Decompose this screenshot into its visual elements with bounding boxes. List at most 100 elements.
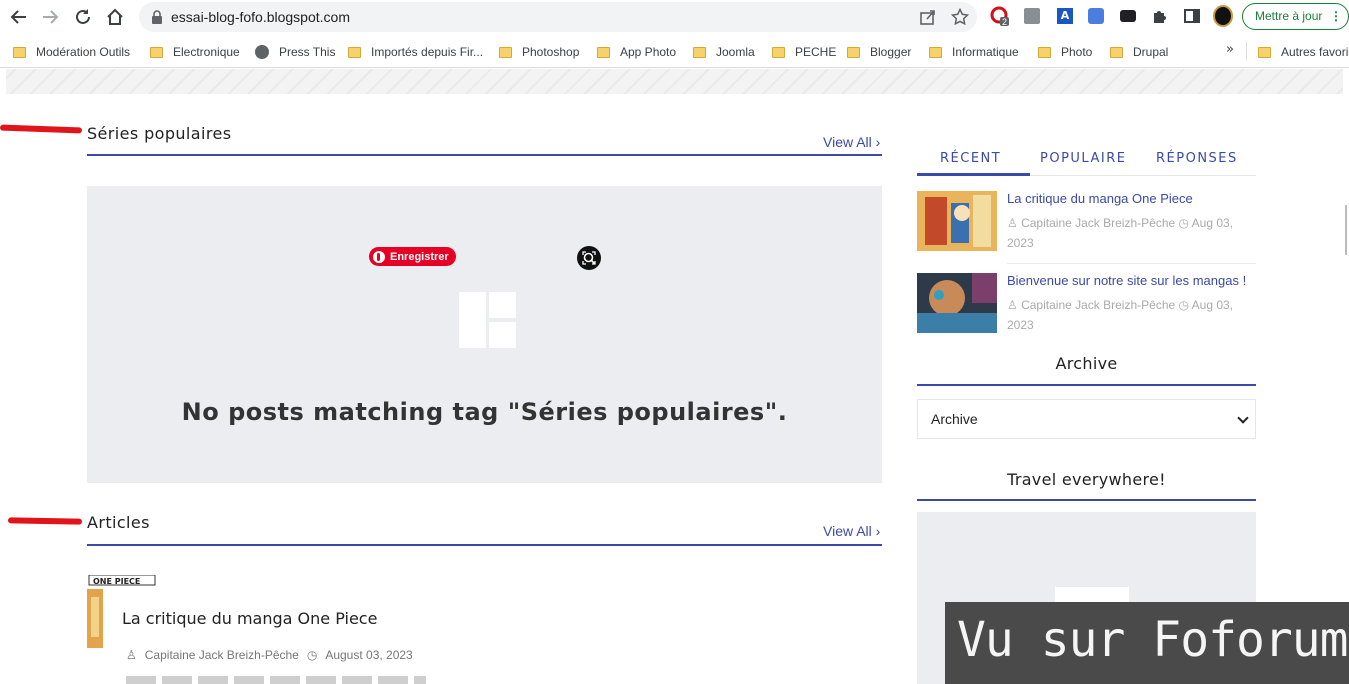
author-icon: ♙	[126, 648, 137, 662]
article-author: Capitaine Jack Breizh-Pêche	[144, 648, 299, 662]
folder-icon	[847, 46, 860, 58]
bookmark-item[interactable]: Importés depuis Fir...	[348, 43, 483, 61]
sidebar-post-title[interactable]: Bienvenue sur notre site sur les mangas …	[1007, 273, 1246, 288]
home-button[interactable]	[102, 4, 128, 30]
sidebar-post-meta: ♙ Capitaine Jack Breizh-Pêche ◷ Aug 03, …	[1007, 298, 1234, 332]
bookmarks-bar: Modération Outils Electronique Press Thi…	[0, 34, 1349, 68]
folder-icon	[348, 46, 361, 58]
folder-icon	[150, 46, 163, 58]
profile-avatar-icon[interactable]	[1213, 5, 1233, 27]
visual-search-button[interactable]	[577, 246, 601, 270]
bookmark-item[interactable]: Photoshop	[499, 43, 579, 61]
sidebar-post-title[interactable]: La critique du manga One Piece	[1007, 191, 1193, 206]
chevron-down-icon	[1237, 412, 1249, 424]
lock-icon	[152, 10, 162, 24]
folder-icon	[1110, 46, 1123, 58]
section-title-popular: Séries populaires	[87, 124, 232, 143]
home-icon	[107, 8, 123, 25]
sidepanel-icon[interactable]	[1182, 6, 1202, 26]
bookmark-item[interactable]: Joomla	[693, 43, 755, 61]
lens-icon	[582, 251, 596, 265]
forward-button[interactable]	[37, 4, 63, 30]
clock-icon: ◷	[306, 648, 318, 662]
translate-extension-icon[interactable]	[1086, 6, 1106, 26]
folder-icon	[499, 46, 512, 58]
sidebar-tabs: RÉCENT POPULAIRE RÉPONSES	[917, 146, 1256, 176]
folder-icon	[1258, 46, 1271, 58]
reload-button[interactable]	[70, 4, 96, 30]
tab-popular[interactable]: POPULAIRE	[1040, 151, 1126, 166]
sidebar-post-thumbnail[interactable]	[917, 273, 997, 333]
header-pattern-strip	[6, 69, 1343, 94]
bookmark-item[interactable]: Blogger	[847, 43, 911, 61]
back-arrow-icon	[10, 10, 26, 24]
empty-posts-message: No posts matching tag "Séries populaires…	[181, 398, 788, 426]
bookmark-item[interactable]: Press This	[255, 43, 335, 61]
author-icon: ♙	[1007, 216, 1022, 230]
author-icon: ♙	[1007, 298, 1022, 312]
update-button[interactable]: Mettre à jour ⋮	[1242, 3, 1349, 30]
sidebar-post-separator	[1007, 263, 1256, 264]
puzzle-extensions-icon[interactable]	[1150, 6, 1170, 26]
placeholder-layout-icon	[459, 292, 516, 348]
bookmarks-separator	[1246, 42, 1247, 60]
svg-text:ONE PIECE: ONE PIECE	[93, 577, 140, 586]
bookmark-item[interactable]: Modération Outils	[13, 43, 130, 61]
address-bar[interactable]: essai-blog-fofo.blogspot.com	[139, 2, 977, 32]
article-meta: ♙ Capitaine Jack Breizh-Pêche ◷ August 0…	[126, 648, 413, 662]
section-divider	[87, 544, 882, 546]
bookmark-item[interactable]: Informatique	[929, 43, 1019, 61]
menu-dots-icon[interactable]: ⋮	[1330, 4, 1342, 29]
bookmark-item[interactable]: App Photo	[597, 43, 676, 61]
sidebar-post-thumbnail[interactable]	[917, 191, 997, 251]
view-all-articles-link[interactable]: View All ›	[823, 523, 880, 539]
empty-posts-box: No posts matching tag "Séries populaires…	[87, 186, 882, 483]
active-tab-indicator	[917, 173, 1030, 176]
archive-widget-title: Archive	[1055, 354, 1118, 373]
font-extension-icon[interactable]: A	[1055, 6, 1075, 26]
bookmark-item[interactable]: Photo	[1038, 43, 1092, 61]
sidebar-post-meta: ♙ Capitaine Jack Breizh-Pêche ◷ Aug 03, …	[1007, 216, 1234, 250]
other-bookmarks[interactable]: Autres favoris	[1258, 43, 1349, 61]
watermark-overlay: Vu sur Foforum	[945, 602, 1349, 684]
folder-icon	[693, 46, 706, 58]
travel-widget-title: Travel everywhere!	[1007, 470, 1166, 489]
bookmark-star-icon[interactable]	[951, 8, 969, 26]
clock-icon: ◷	[1178, 298, 1192, 312]
archive-selected-value: Archive	[931, 411, 978, 427]
clock-icon: ◷	[1178, 216, 1192, 230]
browser-toolbar: essai-blog-fofo.blogspot.com 2 A Mettre …	[0, 0, 1349, 34]
share-icon[interactable]	[919, 8, 937, 26]
bookmark-item[interactable]: Drupal	[1110, 43, 1168, 61]
update-label: Mettre à jour	[1255, 9, 1323, 23]
section-divider	[87, 154, 882, 156]
article-snippet-cutoff	[126, 676, 426, 684]
bookmark-item[interactable]: PECHE	[772, 43, 836, 61]
folder-icon	[13, 46, 26, 58]
article-title-link[interactable]: La critique du manga One Piece	[122, 609, 377, 628]
globe-icon	[255, 45, 269, 59]
red-annotation-stroke	[7, 517, 83, 525]
tab-extension-icon[interactable]	[1022, 6, 1042, 26]
sidebar-post-item[interactable]: La critique du manga One Piece ♙ Capitai…	[917, 191, 1256, 253]
widget-divider	[917, 384, 1256, 386]
forward-arrow-icon	[43, 10, 59, 24]
view-all-popular-link[interactable]: View All ›	[823, 134, 880, 150]
tab-replies[interactable]: RÉPONSES	[1156, 151, 1238, 166]
section-title-articles: Articles	[87, 513, 150, 532]
sidebar-post-item[interactable]: Bienvenue sur notre site sur les mangas …	[917, 273, 1256, 335]
pinterest-save-button[interactable]: Enregistrer	[369, 247, 456, 266]
pinterest-icon	[373, 250, 385, 263]
folder-icon	[929, 46, 942, 58]
pinterest-save-label: Enregistrer	[390, 250, 449, 263]
widget-divider	[917, 499, 1256, 501]
tab-recent[interactable]: RÉCENT	[940, 151, 1001, 166]
back-button[interactable]	[6, 4, 32, 30]
scrollbar-thumb[interactable]	[1345, 205, 1347, 255]
bookmarks-overflow-icon[interactable]: »	[1226, 42, 1234, 57]
glasses-extension-icon[interactable]	[1118, 6, 1138, 26]
url-text: essai-blog-fofo.blogspot.com	[171, 9, 350, 25]
bookmark-item[interactable]: Electronique	[150, 43, 240, 61]
article-date: August 03, 2023	[325, 648, 413, 662]
archive-dropdown[interactable]: Archive	[917, 399, 1256, 439]
